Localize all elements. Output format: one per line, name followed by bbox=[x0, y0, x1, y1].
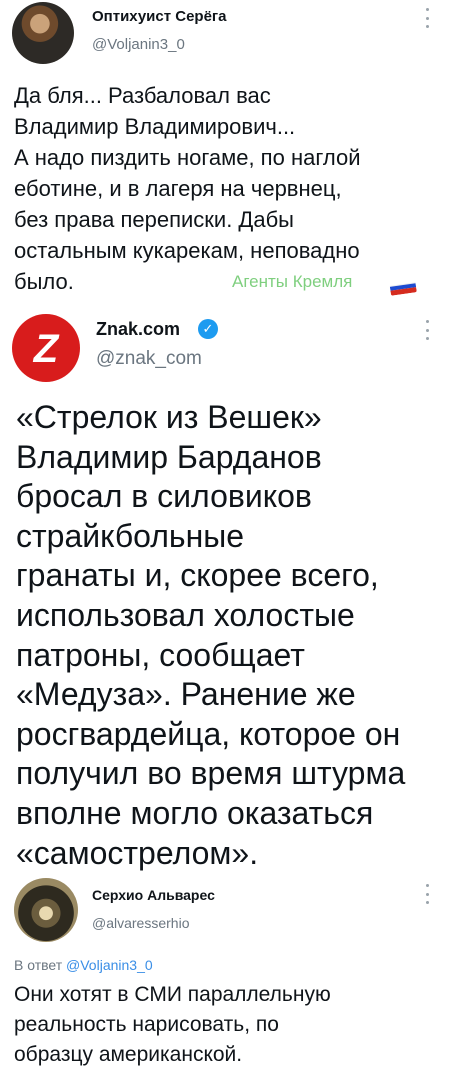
more-options-icon[interactable] bbox=[424, 884, 430, 904]
watermark-text: Агенты Кремля bbox=[232, 272, 353, 291]
tweet-1[interactable]: Оптихуист Серёга @Voljanin3_0 Да бля... … bbox=[0, 0, 450, 302]
author-name[interactable]: Оптихуист Серёга bbox=[92, 8, 227, 26]
tweet-text: Они хотят в СМИ параллельную реальность … bbox=[14, 983, 331, 1066]
author-handle[interactable]: @Voljanin3_0 bbox=[92, 36, 185, 54]
avatar[interactable] bbox=[14, 878, 78, 942]
tweet-text: Да бля... Разбаловал вас Владимир Владим… bbox=[14, 83, 361, 294]
author-handle[interactable]: @alvaresserhio bbox=[92, 914, 189, 932]
more-options-icon[interactable] bbox=[424, 320, 430, 340]
avatar[interactable] bbox=[12, 2, 74, 64]
more-options-icon[interactable] bbox=[424, 8, 430, 28]
verified-badge-icon: ✓ bbox=[198, 319, 218, 339]
author-name[interactable]: Серхио Альварес bbox=[92, 886, 215, 904]
reply-prefix: В ответ bbox=[14, 957, 63, 973]
avatar-letter: Z bbox=[33, 327, 60, 371]
znak-logo-icon: Z bbox=[33, 327, 60, 371]
avatar[interactable]: Z bbox=[12, 314, 80, 382]
tweet-text: «Стрелок из Вешек» Владимир Барданов бро… bbox=[16, 399, 406, 871]
reply-context: В ответ @Voljanin3_0 bbox=[14, 956, 153, 974]
reply-handle-link[interactable]: @Voljanin3_0 bbox=[66, 957, 153, 973]
tweet-3[interactable]: Серхио Альварес @alvaresserhio В ответ @… bbox=[0, 872, 450, 1080]
author-handle[interactable]: @znak_com bbox=[96, 348, 202, 370]
tweet-2[interactable]: Z Znak.com ✓ @znak_com «Стрелок из Вешек… bbox=[0, 302, 450, 872]
author-name[interactable]: Znak.com bbox=[96, 318, 180, 340]
